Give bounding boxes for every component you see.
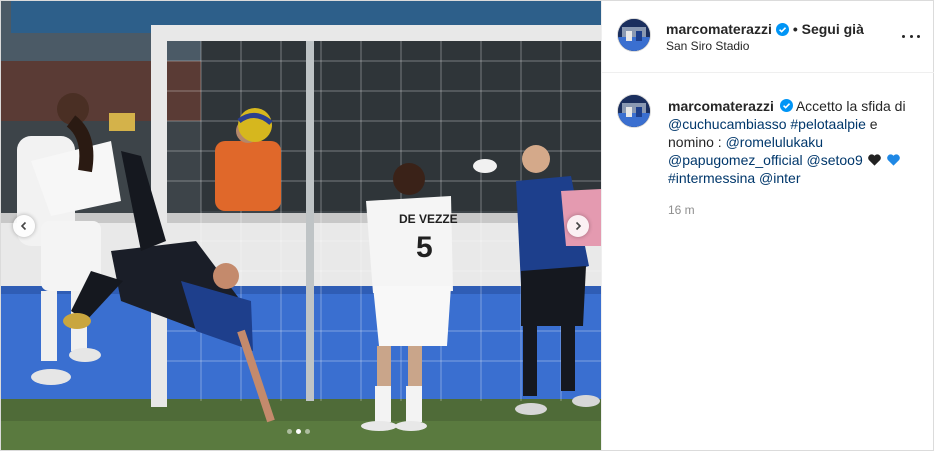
post-sidebar: marcomaterazzi • Segui già San Siro Stad…	[601, 1, 934, 450]
black-heart-icon	[867, 154, 881, 166]
header-user-line: marcomaterazzi • Segui già	[666, 21, 864, 37]
avatar[interactable]	[618, 95, 650, 127]
hashtag-link[interactable]: #pelotaalpie	[790, 116, 866, 132]
slide-indicator	[287, 429, 310, 434]
slide-dot	[287, 429, 292, 434]
caption-segment: Accetto la sfida di	[795, 98, 906, 114]
caption-segment: nomino :	[668, 134, 722, 150]
blue-heart-icon	[886, 154, 900, 166]
post-header: marcomaterazzi • Segui già San Siro Stad…	[602, 1, 934, 73]
caption-segment: e	[869, 116, 878, 132]
instagram-post: DE VEZZE 5 marcomaterazzi • Segui già Sa…	[0, 0, 934, 451]
mention-link[interactable]: @inter	[759, 170, 800, 186]
slide-dot	[305, 429, 310, 434]
slide-dot-active	[296, 429, 301, 434]
previous-slide-button[interactable]	[13, 215, 35, 237]
mention-link[interactable]: @romelulukaku	[726, 134, 823, 150]
more-options-icon[interactable]	[902, 29, 920, 43]
match-photo: DE VEZZE 5	[1, 1, 601, 450]
next-slide-button[interactable]	[567, 215, 589, 237]
caption-text: marcomaterazzi Accetto la sfida di @cuch…	[668, 97, 918, 187]
verified-badge-icon	[779, 99, 793, 112]
location-link[interactable]: San Siro Stadio	[666, 39, 749, 53]
mention-link[interactable]: @cuchucambiasso	[668, 116, 787, 132]
post-media[interactable]: DE VEZZE 5	[1, 1, 601, 450]
mention-link[interactable]: @setoo9	[806, 152, 862, 168]
caption-username[interactable]: marcomaterazzi	[668, 98, 774, 114]
chevron-left-icon	[20, 221, 27, 231]
verified-badge-icon	[775, 22, 789, 36]
chevron-right-icon	[575, 221, 582, 231]
following-button[interactable]: • Segui già	[793, 21, 864, 37]
jersey-name: DE VEZZE	[399, 212, 458, 226]
hashtag-link[interactable]: #intermessina	[668, 170, 755, 186]
header-username[interactable]: marcomaterazzi	[666, 21, 772, 37]
mention-link[interactable]: @papugomez_official	[668, 152, 803, 168]
avatar[interactable]	[618, 19, 650, 51]
jersey-number: 5	[416, 231, 433, 264]
comment-timestamp[interactable]: 16 m	[668, 203, 695, 217]
